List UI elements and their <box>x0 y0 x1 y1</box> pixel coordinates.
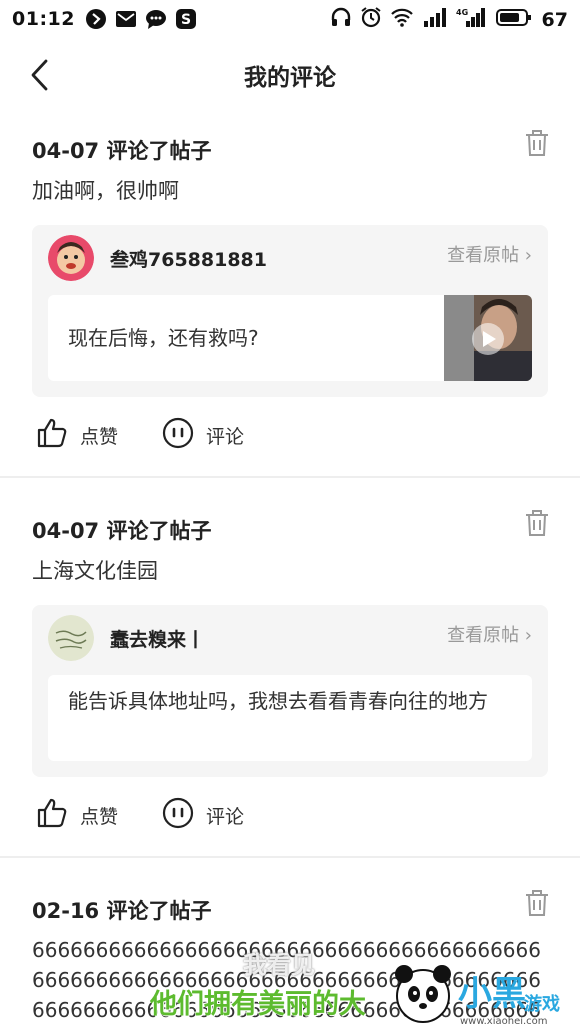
comment-button[interactable]: 评论 <box>162 797 244 833</box>
comment-bubble-icon <box>162 417 194 453</box>
trash-icon[interactable] <box>524 509 550 537</box>
comment-text: 加油啊，很帅啊 <box>32 179 179 203</box>
trash-icon[interactable] <box>524 129 550 157</box>
s-app-icon: S <box>175 8 197 30</box>
post-content: 能告诉具体地址吗，我想去看看青春向往的地方 <box>68 689 488 713</box>
view-original-label: 查看原帖 <box>447 245 520 266</box>
comment-text: 上海文化佳园 <box>32 559 158 583</box>
nav-bar: 我的评论 <box>0 38 580 112</box>
like-button[interactable]: 点赞 <box>36 797 118 833</box>
chevron-left-icon[interactable] <box>26 58 58 92</box>
comment-label: 评论 <box>206 805 245 828</box>
comment-button[interactable]: 评论 <box>162 417 244 453</box>
avatar <box>48 615 94 661</box>
svg-text:S: S <box>181 12 191 28</box>
headphones-icon <box>330 6 352 33</box>
alarm-icon <box>360 6 382 33</box>
view-original-link[interactable]: 查看原帖 › <box>447 241 532 267</box>
battery-icon <box>495 6 532 33</box>
divider <box>0 856 580 858</box>
like-label: 点赞 <box>80 425 119 448</box>
post-author: 蠢去糗来丨 <box>48 615 205 661</box>
page-title: 我的评论 <box>244 65 336 91</box>
comment-label: 评论 <box>206 425 245 448</box>
post-username[interactable]: 蠢去糗来丨 <box>110 625 205 652</box>
watermark-subtitle: 他们拥有美丽的大 <box>150 989 366 1020</box>
comment-bubble-icon <box>162 797 194 833</box>
comment-actions: 点赞 评论 <box>36 797 288 833</box>
post-card[interactable]: 叁鸡765881881 查看原帖 › 现在后悔，还有救吗? <box>32 225 548 397</box>
wifi-icon <box>390 6 414 33</box>
watermark-url: www.xiaohei.com <box>460 1016 548 1027</box>
comment-actions: 点赞 评论 <box>36 417 288 453</box>
thumbs-up-icon <box>36 417 68 453</box>
status-time: 01:12 <box>12 8 75 30</box>
divider <box>0 476 580 478</box>
post-username[interactable]: 叁鸡765881881 <box>110 245 267 272</box>
comment-header: 04-07 评论了帖子 <box>32 519 212 543</box>
signal-icon <box>422 6 448 33</box>
post-author: 叁鸡765881881 <box>48 235 267 281</box>
panda-logo-icon <box>392 960 454 1026</box>
comment-header: 04-07 评论了帖子 <box>32 139 212 163</box>
battery-level: 67 <box>541 8 568 31</box>
comment-header: 02-16 评论了帖子 <box>32 899 212 923</box>
view-original-label: 查看原帖 <box>447 625 520 646</box>
message-icon <box>145 8 167 30</box>
app-badge-icon <box>85 8 107 30</box>
like-button[interactable]: 点赞 <box>36 417 118 453</box>
4g-signal-icon: 4G <box>456 6 488 33</box>
mail-icon <box>115 8 137 30</box>
thumbs-up-icon <box>36 797 68 833</box>
watermark-logo-suffix: 游戏 <box>524 994 560 1015</box>
like-label: 点赞 <box>80 805 119 828</box>
post-preview[interactable]: 现在后悔，还有救吗? <box>48 295 532 381</box>
status-bar: 01:12 S 4G 67 <box>0 0 580 38</box>
watermark-caption: 我看见 <box>243 951 315 979</box>
post-thumbnail[interactable] <box>444 295 532 381</box>
trash-icon[interactable] <box>524 889 550 917</box>
view-original-link[interactable]: 查看原帖 › <box>447 621 532 647</box>
post-content: 现在后悔，还有救吗? <box>68 326 259 350</box>
watermark-logo: 小黑 <box>458 974 526 1014</box>
post-card[interactable]: 蠢去糗来丨 查看原帖 › 能告诉具体地址吗，我想去看看青春向往的地方 <box>32 605 548 777</box>
avatar <box>48 235 94 281</box>
post-preview[interactable]: 能告诉具体地址吗，我想去看看青春向往的地方 <box>48 675 532 761</box>
svg-text:4G: 4G <box>456 8 468 17</box>
